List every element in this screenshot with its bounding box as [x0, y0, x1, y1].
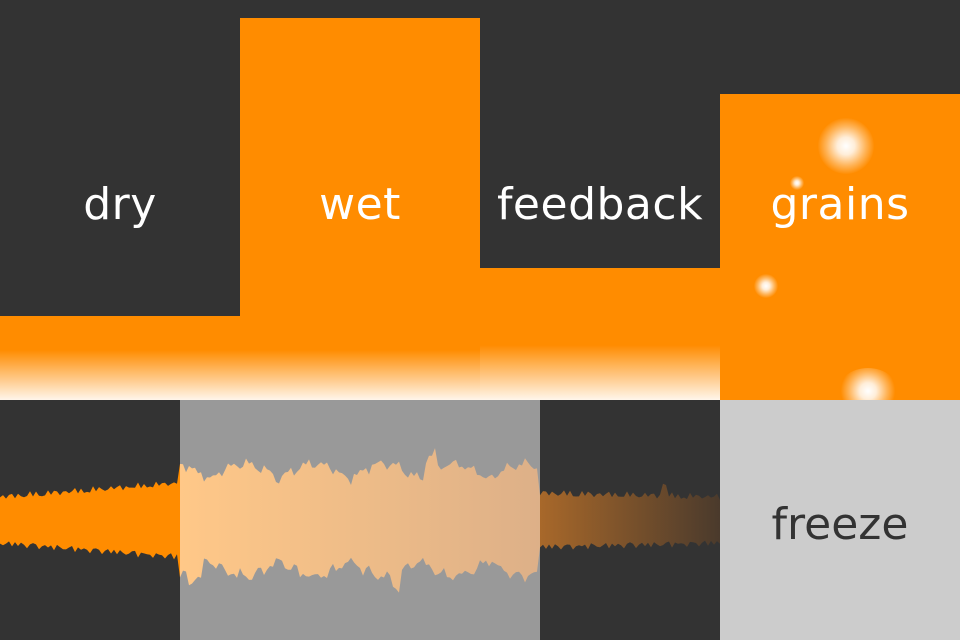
wet-slider-fade [240, 350, 480, 400]
grains-slider[interactable]: grains [720, 0, 960, 400]
feedback-slider-fade [480, 345, 720, 400]
grain-particle [818, 118, 874, 174]
dry-slider-fade [0, 350, 240, 400]
dry-slider-label: dry [83, 179, 157, 230]
freeze-button[interactable]: freeze [720, 400, 960, 640]
feedback-slider-label: feedback [496, 179, 704, 230]
feedback-slider[interactable]: feedback [480, 0, 720, 400]
wet-slider-label: wet [319, 179, 401, 230]
waveform-graphic [0, 448, 720, 593]
grain-particle [754, 274, 778, 298]
wet-slider[interactable]: wet [240, 0, 480, 400]
grains-slider-label: grains [770, 179, 910, 230]
dry-slider[interactable]: dry [0, 0, 240, 400]
freeze-button-label: freeze [771, 499, 909, 550]
waveform-display[interactable] [0, 400, 720, 640]
